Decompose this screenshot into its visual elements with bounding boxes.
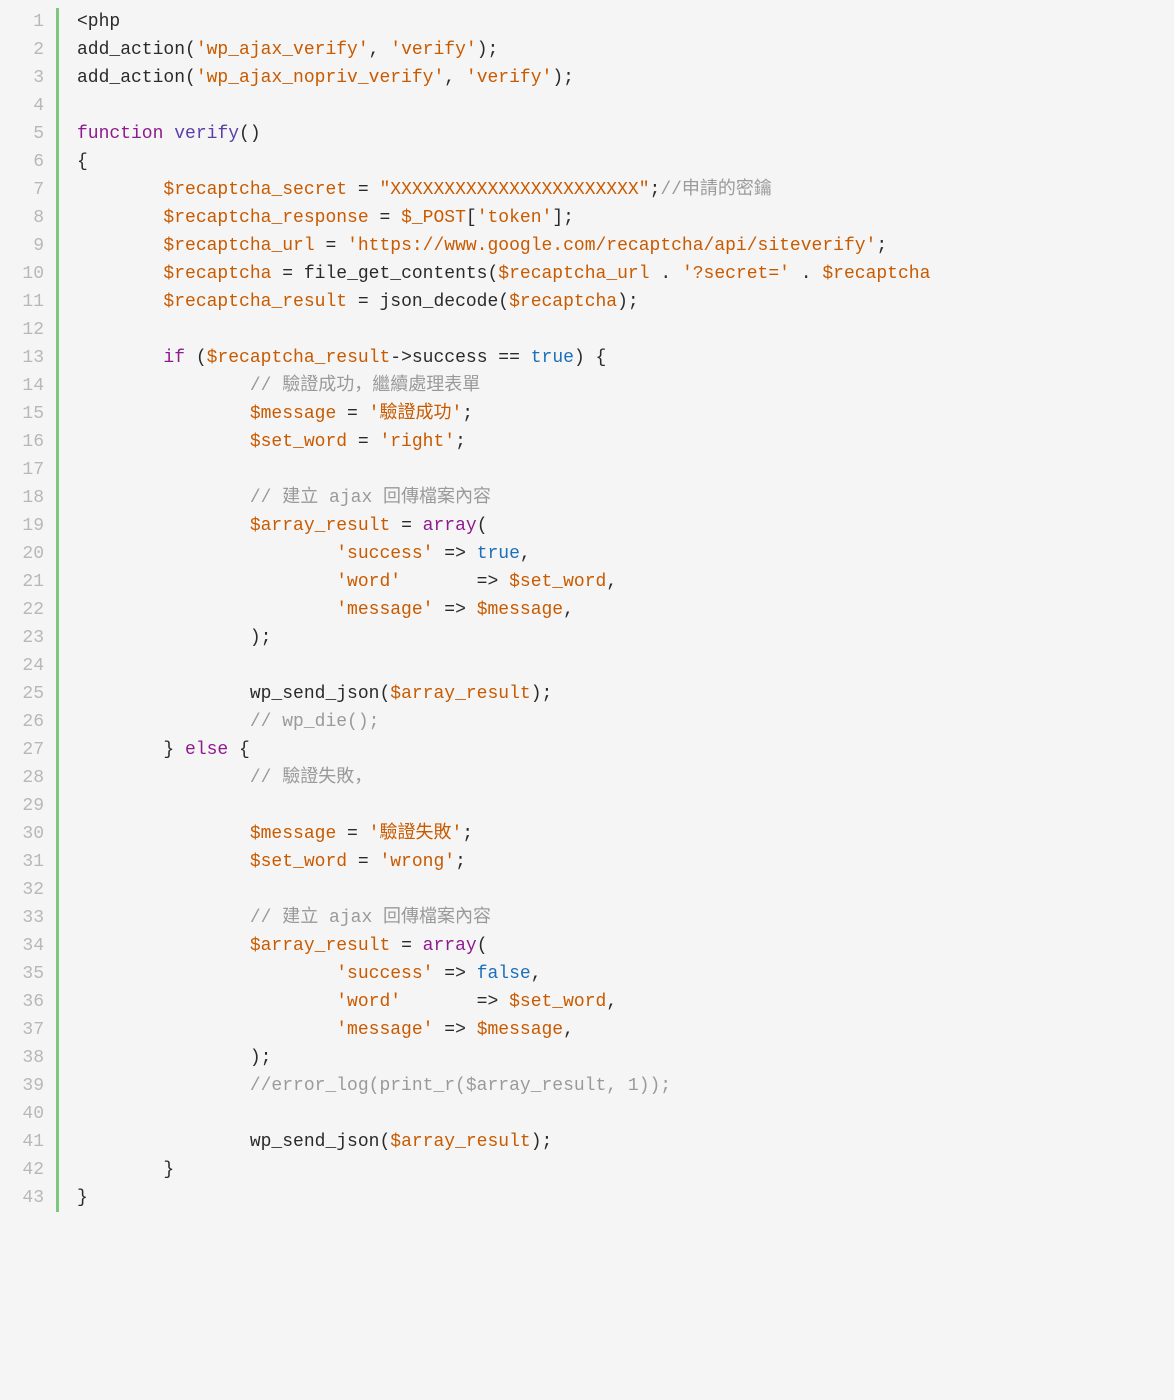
code-body[interactable]: <phpadd_action('wp_ajax_verify', 'verify…: [59, 8, 1174, 1212]
code-line: add_action('wp_ajax_nopriv_verify', 'ver…: [77, 64, 1174, 92]
line-number: 6: [0, 148, 44, 176]
line-number: 19: [0, 512, 44, 540]
code-line: $set_word = 'right';: [77, 428, 1174, 456]
code-line: //error_log(print_r($array_result, 1));: [77, 1072, 1174, 1100]
code-line: [77, 456, 1174, 484]
line-number: 15: [0, 400, 44, 428]
line-number: 28: [0, 764, 44, 792]
line-number: 10: [0, 260, 44, 288]
code-line: 'word' => $set_word,: [77, 568, 1174, 596]
code-line: // 建立 ajax 回傳檔案內容: [77, 484, 1174, 512]
line-number: 27: [0, 736, 44, 764]
code-line: 'word' => $set_word,: [77, 988, 1174, 1016]
code-line: $recaptcha_secret = "XXXXXXXXXXXXXXXXXXX…: [77, 176, 1174, 204]
line-number: 26: [0, 708, 44, 736]
line-number: 41: [0, 1128, 44, 1156]
line-number: 13: [0, 344, 44, 372]
line-number: 31: [0, 848, 44, 876]
code-line: wp_send_json($array_result);: [77, 1128, 1174, 1156]
code-line: );: [77, 1044, 1174, 1072]
code-line: $recaptcha = file_get_contents($recaptch…: [77, 260, 1174, 288]
code-line: 'success' => true,: [77, 540, 1174, 568]
line-number: 7: [0, 176, 44, 204]
code-line: [77, 1100, 1174, 1128]
line-number: 11: [0, 288, 44, 316]
code-snippet: 1234567891011121314151617181920212223242…: [0, 0, 1174, 1232]
line-number: 14: [0, 372, 44, 400]
code-line: // 驗證失敗，: [77, 764, 1174, 792]
line-number: 25: [0, 680, 44, 708]
line-number: 43: [0, 1184, 44, 1212]
code-line: $recaptcha_result = json_decode($recaptc…: [77, 288, 1174, 316]
code-line: <php: [77, 8, 1174, 36]
code-line: if ($recaptcha_result->success == true) …: [77, 344, 1174, 372]
line-number: 12: [0, 316, 44, 344]
line-number: 40: [0, 1100, 44, 1128]
code-line: $message = '驗證成功';: [77, 400, 1174, 428]
line-number: 32: [0, 876, 44, 904]
code-line: $set_word = 'wrong';: [77, 848, 1174, 876]
line-number: 9: [0, 232, 44, 260]
code-line: $recaptcha_response = $_POST['token'];: [77, 204, 1174, 232]
code-line: }: [77, 1156, 1174, 1184]
code-line: } else {: [77, 736, 1174, 764]
line-number: 39: [0, 1072, 44, 1100]
line-number: 16: [0, 428, 44, 456]
code-line: {: [77, 148, 1174, 176]
line-number: 22: [0, 596, 44, 624]
code-line: // wp_die();: [77, 708, 1174, 736]
line-number: 36: [0, 988, 44, 1016]
code-line: // 建立 ajax 回傳檔案內容: [77, 904, 1174, 932]
line-number: 4: [0, 92, 44, 120]
code-line: [77, 92, 1174, 120]
line-number: 29: [0, 792, 44, 820]
code-line: wp_send_json($array_result);: [77, 680, 1174, 708]
line-number: 37: [0, 1016, 44, 1044]
line-number: 8: [0, 204, 44, 232]
code-line: function verify(): [77, 120, 1174, 148]
code-line: }: [77, 1184, 1174, 1212]
line-number: 34: [0, 932, 44, 960]
line-number: 2: [0, 36, 44, 64]
line-number-gutter: 1234567891011121314151617181920212223242…: [0, 8, 56, 1212]
code-line: 'message' => $message,: [77, 1016, 1174, 1044]
line-number: 42: [0, 1156, 44, 1184]
code-line: );: [77, 624, 1174, 652]
line-number: 1: [0, 8, 44, 36]
code-line: // 驗證成功，繼續處理表單: [77, 372, 1174, 400]
line-number: 23: [0, 624, 44, 652]
line-number: 21: [0, 568, 44, 596]
code-line: $array_result = array(: [77, 512, 1174, 540]
line-number: 35: [0, 960, 44, 988]
code-line: 'message' => $message,: [77, 596, 1174, 624]
line-number: 38: [0, 1044, 44, 1072]
code-line: add_action('wp_ajax_verify', 'verify');: [77, 36, 1174, 64]
line-number: 18: [0, 484, 44, 512]
code-line: [77, 792, 1174, 820]
line-number: 17: [0, 456, 44, 484]
code-line: [77, 316, 1174, 344]
code-line: [77, 876, 1174, 904]
line-number: 20: [0, 540, 44, 568]
code-line: [77, 652, 1174, 680]
code-line: $recaptcha_url = 'https://www.google.com…: [77, 232, 1174, 260]
line-number: 3: [0, 64, 44, 92]
line-number: 30: [0, 820, 44, 848]
line-number: 33: [0, 904, 44, 932]
line-number: 5: [0, 120, 44, 148]
code-line: 'success' => false,: [77, 960, 1174, 988]
code-line: $message = '驗證失敗';: [77, 820, 1174, 848]
line-number: 24: [0, 652, 44, 680]
code-line: $array_result = array(: [77, 932, 1174, 960]
